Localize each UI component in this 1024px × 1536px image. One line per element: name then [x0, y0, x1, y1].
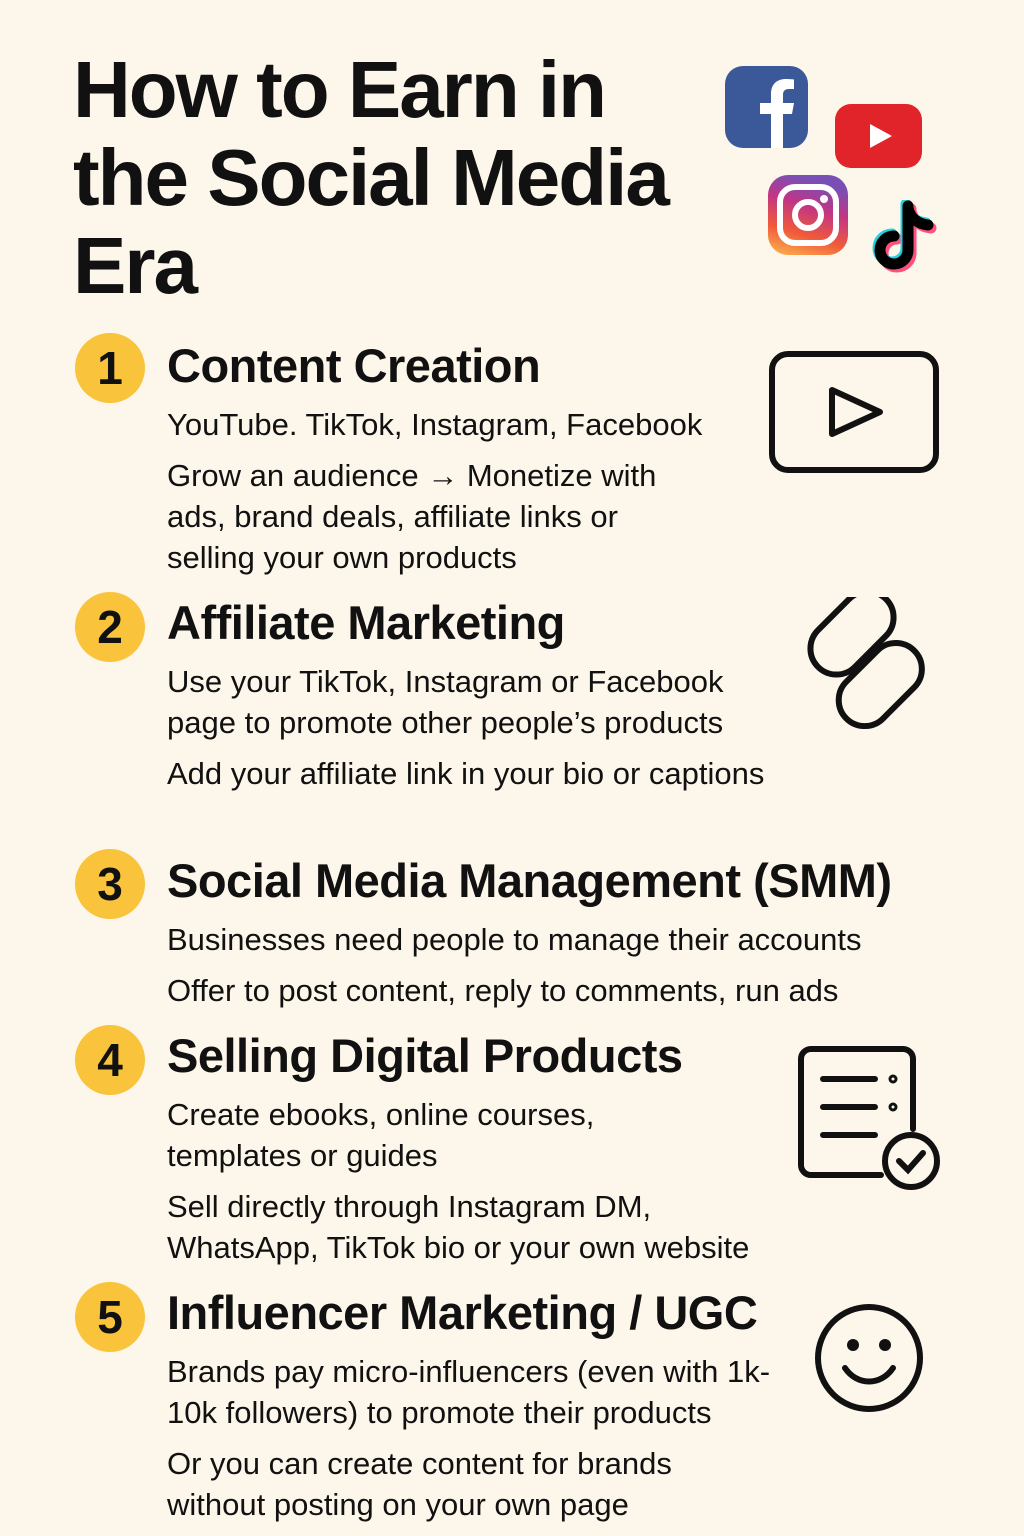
section-influencer-marketing: Influencer Marketing / UGC Brands pay mi…	[167, 1285, 827, 1525]
section-text: Brands pay micro-influencers (even with …	[167, 1354, 771, 1430]
step-number-badge: 5	[75, 1282, 145, 1352]
document-check-icon	[798, 1046, 940, 1190]
section-text: Sell directly through Instagram DM, What…	[167, 1189, 750, 1265]
title-line: the Social Media	[73, 133, 670, 222]
step-number-badge: 1	[75, 333, 145, 403]
section-social-media-management: Social Media Management (SMM) Businesses…	[167, 853, 967, 1011]
video-play-icon	[769, 351, 939, 473]
title-line: Era	[73, 221, 198, 310]
section-text: YouTube. TikTok, Instagram, Facebook	[167, 407, 703, 442]
section-heading: Influencer Marketing / UGC	[167, 1286, 758, 1339]
section-text: Or you can create content for brands wit…	[167, 1446, 672, 1522]
tiktok-logo-icon	[872, 200, 937, 273]
section-heading: Social Media Management (SMM)	[167, 854, 892, 907]
section-text: Businesses need people to manage their a…	[167, 922, 862, 957]
instagram-logo-icon	[768, 175, 848, 255]
section-text: Use your TikTok, Instagram or Facebook p…	[167, 664, 724, 740]
section-text: Offer to post content, reply to comments…	[167, 973, 839, 1008]
section-heading: Affiliate Marketing	[167, 596, 565, 649]
step-number-badge: 4	[75, 1025, 145, 1095]
section-text: Grow an audience → Monetize with ads, br…	[167, 458, 657, 575]
facebook-logo-icon	[725, 66, 808, 148]
page-title: How to Earn in the Social Media Era	[73, 46, 753, 310]
section-heading: Content Creation	[167, 339, 541, 392]
section-selling-digital-products: Selling Digital Products Create ebooks, …	[167, 1028, 807, 1268]
title-line: How to Earn in	[73, 45, 607, 134]
step-number-badge: 3	[75, 849, 145, 919]
link-icon	[807, 597, 925, 729]
section-text: Add your affiliate link in your bio or c…	[167, 756, 765, 791]
section-content-creation: Content Creation YouTube. TikTok, Instag…	[167, 338, 747, 578]
step-number-badge: 2	[75, 592, 145, 662]
section-heading: Selling Digital Products	[167, 1029, 683, 1082]
youtube-logo-icon	[835, 104, 922, 168]
section-text: Create ebooks, online courses, templates…	[167, 1097, 595, 1173]
section-affiliate-marketing: Affiliate Marketing Use your TikTok, Ins…	[167, 595, 827, 794]
smiley-icon	[815, 1304, 923, 1412]
